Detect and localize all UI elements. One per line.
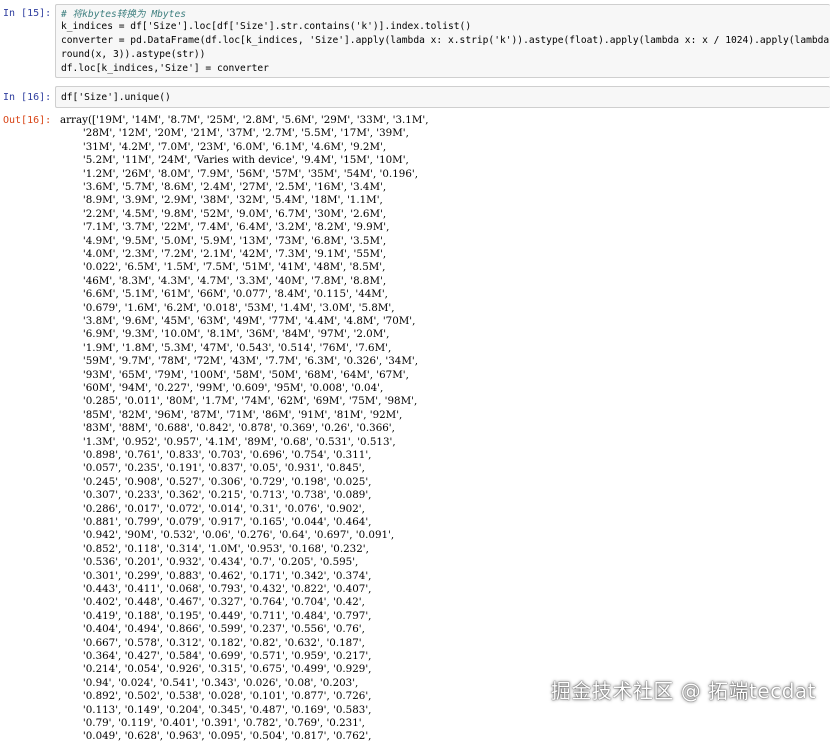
output-line: '0.402', '0.448', '0.467', '0.327', '0.7… bbox=[60, 596, 365, 609]
output-line: '4.0M', '2.3M', '7.2M', '2.1M', '42M', '… bbox=[60, 248, 387, 260]
output-line: '0.419', '0.188', '0.195', '0.449', '0.7… bbox=[60, 609, 372, 622]
output-line: '0.94', '0.024', '0.541', '0.343', '0.02… bbox=[60, 676, 359, 689]
output-line: '6.6M', '5.1M', '61M', '66M', '0.077', '… bbox=[60, 288, 388, 301]
output-line: '0.049', '0.628', '0.963', '0.095', '0.5… bbox=[60, 730, 372, 743]
output-line: '0.285', '0.011', '80M', '1.7M', '74M', … bbox=[60, 395, 418, 408]
output-line: '0.536', '0.201', '0.932', '0.434', '0.7… bbox=[60, 556, 359, 569]
output-line: '0.852', '0.118', '0.314', '1.0M', '0.95… bbox=[60, 542, 369, 555]
output-line: '60M', '94M', '0.227', '99M', '0.609', '… bbox=[60, 382, 384, 394]
output-line: '8.9M', '3.9M', '2.9M', '38M', '32M', '5… bbox=[60, 194, 383, 207]
code-cell-15[interactable]: In [15]: # 将kbytes转换为 Mbytes k_indices =… bbox=[0, 2, 830, 78]
output-line: '0.667', '0.578', '0.312', '0.182', '0.8… bbox=[60, 636, 365, 649]
output-line: '0.022', '6.5M', '1.5M', '7.5M', '51M', … bbox=[60, 261, 386, 274]
input-prompt-15: In [15]: bbox=[3, 8, 52, 19]
output-area-16: Out[16]: array(['19M', '14M', '8.7M', '2… bbox=[0, 112, 830, 742]
output-line: '0.301', '0.299', '0.883', '0.462', '0.1… bbox=[60, 569, 372, 582]
code-line-4: df.loc[k_indices,'Size'] = converter bbox=[61, 63, 269, 74]
output-line: '4.9M', '9.5M', '5.0M', '5.9M', '13M', '… bbox=[60, 234, 387, 247]
output-line: '1.2M', '26M', '8.0M', '7.9M', '56M', '5… bbox=[60, 167, 418, 180]
output-line: '5.2M', '11M', '24M', 'Varies with devic… bbox=[60, 154, 409, 167]
output-line: '0.364', '0.427', '0.584', '0.699', '0.5… bbox=[60, 650, 372, 662]
code-line-3: round(x, 3)).astype(str)) bbox=[61, 49, 206, 60]
output-line: '83M', '88M', '0.688', '0.842', '0.878',… bbox=[60, 422, 395, 435]
code-line: df['Size'].unique() bbox=[61, 92, 171, 103]
output-line: '3.8M', '9.6M', '45M', '63M', '49M', '77… bbox=[60, 315, 416, 327]
output-line: '0.307', '0.233', '0.362', '0.215', '0.7… bbox=[60, 489, 372, 502]
output-line: '31M', '4.2M', '7.0M', '23M', '6.0M', '6… bbox=[60, 140, 387, 153]
output-line: '0.881', '0.799', '0.079', '0.917', '0.1… bbox=[60, 516, 372, 528]
output-line: '1.3M', '0.952', '0.957', '4.1M', '89M',… bbox=[60, 435, 396, 448]
output-line: '0.245', '0.908', '0.527', '0.306', '0.7… bbox=[60, 475, 372, 488]
code-line-1: k_indices = df['Size'].loc[df['Size'].st… bbox=[61, 21, 472, 32]
code-input-15[interactable]: # 将kbytes转换为 Mbytes k_indices = df['Size… bbox=[55, 4, 830, 78]
output-line: '0.214', '0.054', '0.926', '0.315', '0.6… bbox=[60, 663, 372, 676]
output-line: '28M', '12M', '20M', '21M', '37M', '2.7M… bbox=[60, 127, 409, 140]
output-line: '59M', '9.7M', '78M', '72M', '43M', '7.7… bbox=[60, 355, 418, 368]
code-line-2: converter = pd.DataFrame(df.loc[k_indice… bbox=[61, 35, 830, 46]
output-line: '0.113', '0.149', '0.204', '0.345', '0.4… bbox=[60, 703, 372, 716]
output-line: '1.9M', '1.8M', '5.3M', '47M', '0.543', … bbox=[60, 341, 392, 354]
output-line: '3.6M', '5.7M', '8.6M', '2.4M', '27M', '… bbox=[60, 181, 387, 193]
output-line: '93M', '65M', '79M', '100M', '58M', '50M… bbox=[60, 368, 409, 381]
output-line: '2.2M', '4.5M', '9.8M', '52M', '9.0M', '… bbox=[60, 207, 387, 220]
input-prompt-16: In [16]: bbox=[3, 92, 52, 103]
output-line: '85M', '82M', '96M', '87M', '71M', '86M'… bbox=[60, 408, 403, 421]
output-prompt-16: Out[16]: bbox=[3, 115, 52, 126]
output-line: '0.892', '0.502', '0.538', '0.028', '0.1… bbox=[60, 690, 372, 703]
code-input-16[interactable]: df['Size'].unique() bbox=[55, 86, 830, 108]
code-cell-16[interactable]: In [16]: df['Size'].unique() bbox=[0, 86, 830, 110]
output-line: '46M', '8.3M', '4.3M', '4.7M', '3.3M', '… bbox=[60, 274, 387, 287]
output-line: '0.404', '0.494', '0.866', '0.599', '0.2… bbox=[60, 623, 365, 636]
output-line: '0.942', '90M', '0.532', '0.06', '0.276'… bbox=[60, 529, 395, 542]
output-line: '0.679', '1.6M', '6.2M', '0.018', '53M',… bbox=[60, 301, 395, 314]
output-line: '7.1M', '3.7M', '22M', '7.4M', '6.4M', '… bbox=[60, 221, 390, 234]
output-line: '0.057', '0.235', '0.191', '0.837', '0.0… bbox=[60, 462, 365, 475]
output-line: '0.898', '0.761', '0.833', '0.703', '0.6… bbox=[60, 449, 372, 461]
output-line: '0.443', '0.411', '0.068', '0.793', '0.4… bbox=[60, 583, 372, 595]
output-line: '0.286', '0.017', '0.072', '0.014', '0.3… bbox=[60, 502, 365, 515]
output-line: '6.9M', '9.3M', '10.0M', '8.1M', '36M', … bbox=[60, 328, 390, 341]
code-comment: # 将kbytes转换为 Mbytes bbox=[61, 9, 187, 20]
watermark: 掘金技术社区 @ 拓端tecdat bbox=[550, 679, 816, 703]
output-line: array(['19M', '14M', '8.7M', '25M', '2.8… bbox=[60, 114, 429, 126]
